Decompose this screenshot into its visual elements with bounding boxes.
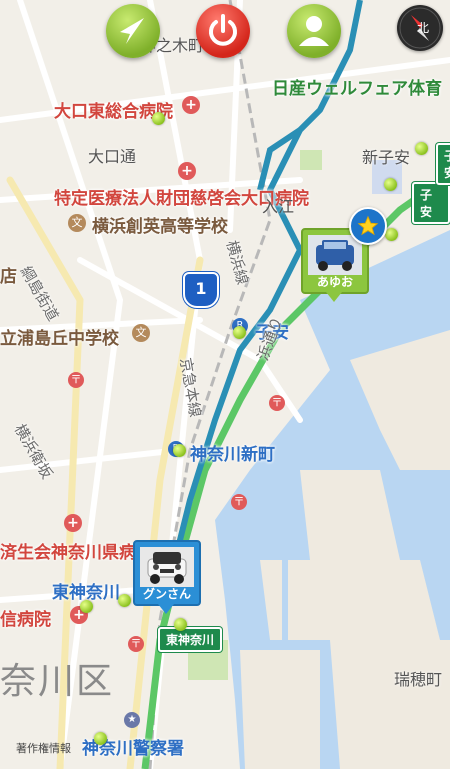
- station-badge-koyasu: 子安: [412, 182, 450, 224]
- label-shin-hospital: 信病院: [0, 610, 51, 630]
- school-icon: 文: [68, 214, 86, 232]
- car-photo-ayuo: [308, 235, 362, 275]
- power-button[interactable]: [196, 4, 250, 58]
- car-photo-gun: [140, 547, 194, 587]
- route-1-shield: 1: [183, 272, 219, 308]
- hospital-cross-icon-2: +: [178, 162, 196, 180]
- station-badge-higashi-kanagawa: 東神奈川: [158, 627, 223, 652]
- hospital-cross-icon-3: +: [64, 514, 82, 532]
- hospital-cross-icon: +: [182, 96, 200, 114]
- police-icon: ★: [124, 712, 140, 728]
- label-shop: 店: [0, 267, 17, 287]
- label-kanagawa-ward: 奈川区: [0, 661, 115, 702]
- label-yokohama-soei: 横浜創英高等学校: [92, 217, 228, 237]
- compass-north-label: 北: [417, 21, 430, 35]
- school-icon-2: 文: [132, 324, 150, 342]
- green-dot-6[interactable]: [173, 444, 186, 457]
- car-name-ayuo: あゆお: [316, 275, 353, 289]
- compass-icon[interactable]: 北: [397, 5, 443, 51]
- green-dot-8[interactable]: [118, 594, 131, 607]
- post-office-icon: 〒: [68, 372, 84, 388]
- label-saiseikai: 済生会神奈川県病: [0, 543, 136, 563]
- car-marker-gun[interactable]: グンさん: [133, 540, 201, 606]
- car-name-gun: グンさん: [142, 587, 191, 601]
- label-iriechi: 入江: [262, 197, 295, 216]
- label-koyasu-station: 新子安: [362, 148, 411, 167]
- station-badge-koyasu-2: 子安: [436, 143, 450, 185]
- navigate-button[interactable]: [106, 4, 160, 58]
- label-kanagawa-shinmachi: 神奈川新町: [190, 445, 275, 465]
- green-dot-9[interactable]: [174, 618, 187, 631]
- green-dot-10[interactable]: [94, 732, 107, 745]
- green-dot-7[interactable]: [80, 600, 93, 613]
- favorite-star-icon[interactable]: [349, 207, 387, 245]
- label-mizuho: 瑞穂町: [394, 670, 443, 689]
- post-office-icon-4: 〒: [128, 636, 144, 652]
- profile-button[interactable]: [287, 4, 341, 58]
- label-nissan-welfare: 日産ウェルフェア体育: [272, 79, 442, 99]
- green-dot-5[interactable]: [233, 326, 246, 339]
- navigate-arrow-icon: [120, 18, 144, 44]
- post-office-icon-2: 〒: [269, 395, 285, 411]
- post-office-icon-3: 〒: [231, 494, 247, 510]
- marker-pointer-ayuo: [326, 292, 342, 302]
- green-dot-3[interactable]: [384, 178, 397, 191]
- person-icon: [299, 16, 329, 46]
- label-ohguchi-dori: 大口通: [88, 147, 137, 166]
- power-icon: [209, 14, 237, 46]
- green-dot-2[interactable]: [415, 142, 428, 155]
- copyright-link[interactable]: 著作権情報: [16, 740, 71, 756]
- green-dot-1[interactable]: [152, 112, 165, 125]
- green-dot-4[interactable]: [385, 228, 398, 241]
- marker-pointer-gun: [158, 604, 174, 614]
- label-tachiura-school: 立浦島丘中学校: [0, 329, 119, 349]
